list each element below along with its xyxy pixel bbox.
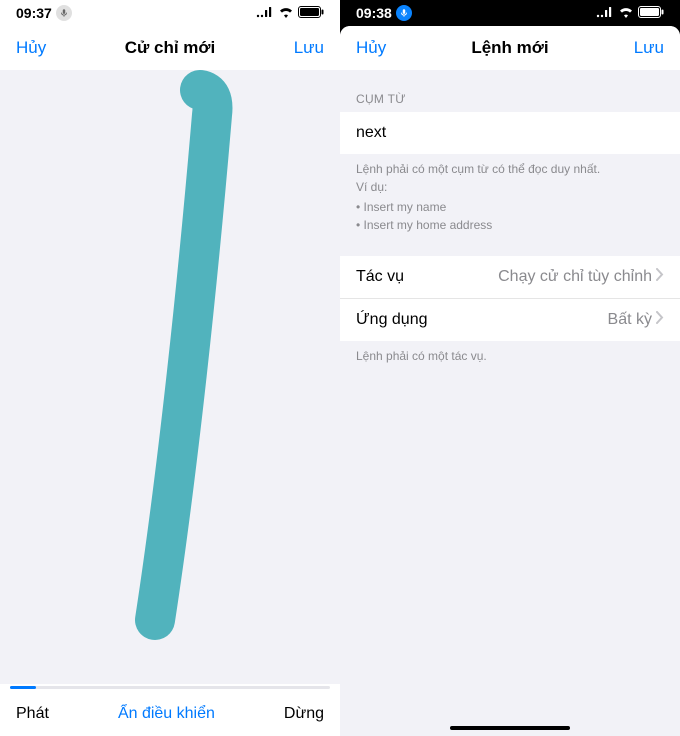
phone-right: 09:38 Hủy Lệnh mới Lưu CỤM TỪ <box>340 0 680 736</box>
chevron-right-icon <box>656 311 664 329</box>
wifi-icon <box>278 5 294 21</box>
settings-group: Tác vụ Chạy cử chỉ tùy chỉnh Ứng dụng Bấ… <box>340 256 680 341</box>
nav-bar: Hủy Lệnh mới Lưu <box>340 26 680 70</box>
hint-line: Lệnh phải có một cụm từ có thể đọc duy n… <box>356 160 664 178</box>
nav-bar: Hủy Cử chỉ mới Lưu <box>0 26 340 70</box>
footer-hint: Lệnh phải có một tác vụ. <box>340 341 680 365</box>
cancel-button[interactable]: Hủy <box>16 38 46 58</box>
section-header-phrase: CỤM TỪ <box>340 70 680 112</box>
status-time: 09:37 <box>16 5 52 21</box>
row-label: Ứng dụng <box>356 311 428 329</box>
application-row[interactable]: Ứng dụng Bất kỳ <box>340 298 680 341</box>
stop-button[interactable]: Dừng <box>284 705 324 723</box>
nav-title: Lệnh mới <box>471 38 548 58</box>
form-content: CỤM TỪ Lệnh phải có một cụm từ có thể đọ… <box>340 70 680 736</box>
mic-icon <box>396 5 412 21</box>
status-bar: 09:38 <box>340 0 680 26</box>
home-indicator[interactable] <box>450 726 570 730</box>
gesture-canvas[interactable] <box>0 70 340 684</box>
hide-controls-button[interactable]: Ẩn điều khiển <box>118 705 215 723</box>
wifi-icon <box>618 5 634 21</box>
nav-title: Cử chỉ mới <box>125 38 216 58</box>
action-row[interactable]: Tác vụ Chạy cử chỉ tùy chỉnh <box>340 256 680 298</box>
progress-bar[interactable] <box>0 684 340 692</box>
row-value: Chạy cử chỉ tùy chỉnh <box>498 268 652 286</box>
signal-icon <box>256 5 274 21</box>
hint-line: Ví dụ: <box>356 178 664 196</box>
phone-left: 09:37 Hủy Cử chỉ mới Lưu Ph <box>0 0 340 736</box>
gesture-stroke <box>0 70 340 680</box>
phrase-input[interactable] <box>356 124 664 142</box>
status-bar: 09:37 <box>0 0 340 26</box>
phrase-input-row[interactable] <box>340 112 680 154</box>
row-label: Tác vụ <box>356 268 404 286</box>
save-button[interactable]: Lưu <box>294 38 324 58</box>
signal-icon <box>596 5 614 21</box>
phrase-hint: Lệnh phải có một cụm từ có thể đọc duy n… <box>340 154 680 234</box>
chevron-right-icon <box>656 268 664 286</box>
cancel-button[interactable]: Hủy <box>356 38 386 58</box>
bottom-toolbar: Phát Ẩn điều khiển Dừng <box>0 692 340 736</box>
hint-example: Insert my home address <box>356 216 664 234</box>
battery-icon <box>638 5 664 21</box>
play-button[interactable]: Phát <box>16 705 49 723</box>
hint-example: Insert my name <box>356 198 664 216</box>
row-value: Bất kỳ <box>608 311 652 329</box>
battery-icon <box>298 5 324 21</box>
mic-icon <box>56 5 72 21</box>
save-button[interactable]: Lưu <box>634 38 664 58</box>
status-time: 09:38 <box>356 5 392 21</box>
